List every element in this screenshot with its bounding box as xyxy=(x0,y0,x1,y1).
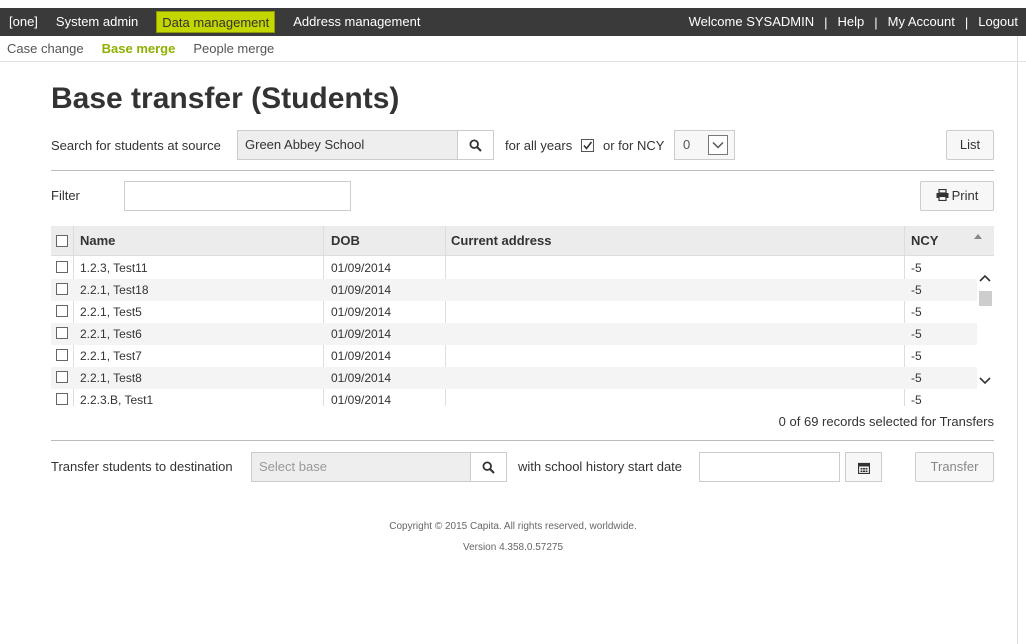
cell-dob: 01/09/2014 xyxy=(331,327,392,341)
start-date-input[interactable] xyxy=(699,452,840,482)
search-icon xyxy=(469,139,482,152)
destination-base-input[interactable]: Select base xyxy=(251,452,471,482)
table-row[interactable]: 2.2.1, Test7 01/09/2014 -5 xyxy=(51,345,977,367)
row-checkbox[interactable] xyxy=(56,349,68,361)
filter-input[interactable] xyxy=(124,181,351,211)
destination-search-button[interactable] xyxy=(470,452,507,482)
divider xyxy=(51,440,994,441)
calendar-button[interactable] xyxy=(845,452,882,482)
cell-name: 2.2.1, Test18 xyxy=(80,283,149,297)
scrollbar-thumb[interactable] xyxy=(979,291,992,306)
cell-name: 2.2.1, Test8 xyxy=(80,371,142,385)
transfer-button[interactable]: Transfer xyxy=(915,452,994,482)
table-header: Name DOB Current address NCY xyxy=(51,226,994,256)
cell-dob: 01/09/2014 xyxy=(331,261,392,275)
row-checkbox[interactable] xyxy=(56,327,68,339)
students-table: Name DOB Current address NCY 1.2.3, Test… xyxy=(51,226,994,406)
filter-label: Filter xyxy=(51,188,80,203)
nav-item-data-management[interactable]: Data management xyxy=(156,11,276,33)
ncy-label: or for NCY xyxy=(603,138,665,153)
table-row[interactable]: 2.2.1, Test5 01/09/2014 -5 xyxy=(51,301,977,323)
cell-name: 1.2.3, Test11 xyxy=(80,261,148,275)
top-nav-left: [one] System admin Data management Addre… xyxy=(0,8,429,36)
printer-icon xyxy=(936,188,949,202)
subnav-case-change[interactable]: Case change xyxy=(7,41,84,56)
window-edge xyxy=(1017,36,1018,644)
nav-item-logout[interactable]: Logout xyxy=(968,8,1026,36)
version-text: Version 4.358.0.57275 xyxy=(462,542,564,553)
chevron-up-icon[interactable] xyxy=(978,273,992,283)
row-checkbox[interactable] xyxy=(56,393,68,405)
nav-item-my-account[interactable]: My Account xyxy=(878,8,965,36)
start-date-label: with school history start date xyxy=(518,459,683,474)
cell-dob: 01/09/2014 xyxy=(331,349,392,363)
transfer-label: Transfer students to destination xyxy=(51,459,233,474)
row-checkbox[interactable] xyxy=(56,261,68,273)
page-title: Base transfer (Students) xyxy=(51,82,400,115)
table-row[interactable]: 1.2.3, Test11 01/09/2014 -5 xyxy=(51,257,977,279)
row-checkbox[interactable] xyxy=(56,305,68,317)
sort-up-icon[interactable] xyxy=(973,232,983,240)
cell-name: 2.2.3.B, Test1 xyxy=(80,393,154,406)
table-scrollbar[interactable] xyxy=(977,256,994,406)
calendar-icon xyxy=(857,462,870,474)
print-button-label: Print xyxy=(951,188,979,203)
table-row[interactable]: 2.2.3.B, Test1 01/09/2014 -5 xyxy=(51,389,977,406)
source-school-input[interactable]: Green Abbey School xyxy=(237,130,458,160)
records-selected-text: 0 of 69 records selected for Transfers xyxy=(778,414,994,429)
cell-dob: 01/09/2014 xyxy=(331,371,392,385)
search-icon xyxy=(482,461,495,474)
nav-item-one[interactable]: [one] xyxy=(0,8,47,36)
cell-ncy: -5 xyxy=(911,371,922,385)
subnav-base-merge[interactable]: Base merge xyxy=(102,41,176,56)
checkmark-icon xyxy=(583,141,593,150)
top-nav-right: Welcome SYSADMIN | Help | My Account | L… xyxy=(679,8,1026,36)
column-header-name[interactable]: Name xyxy=(80,226,115,256)
row-checkbox[interactable] xyxy=(56,283,68,295)
nav-item-system-admin[interactable]: System admin xyxy=(47,8,147,36)
cell-ncy: -5 xyxy=(911,283,922,297)
column-header-ncy[interactable]: NCY xyxy=(911,226,938,256)
cell-name: 2.2.1, Test6 xyxy=(80,327,142,341)
welcome-text: Welcome SYSADMIN xyxy=(688,14,815,29)
row-checkbox[interactable] xyxy=(56,371,68,383)
table-row[interactable]: 2.2.1, Test18 01/09/2014 -5 xyxy=(51,279,977,301)
chevron-down-icon[interactable] xyxy=(708,135,728,155)
print-button[interactable]: Print xyxy=(920,181,994,211)
all-years-label: for all years xyxy=(505,138,573,153)
cell-dob: 01/09/2014 xyxy=(331,393,392,406)
nav-item-help[interactable]: Help xyxy=(828,8,875,36)
source-search-button[interactable] xyxy=(457,130,494,160)
all-years-checkbox[interactable] xyxy=(581,139,594,152)
chevron-down-icon[interactable] xyxy=(978,376,992,386)
top-nav-bar: [one] System admin Data management Addre… xyxy=(0,0,1026,36)
cell-name: 2.2.1, Test7 xyxy=(80,349,142,363)
cell-dob: 01/09/2014 xyxy=(331,283,392,297)
cell-name: 2.2.1, Test5 xyxy=(80,305,142,319)
cell-ncy: -5 xyxy=(911,305,922,319)
select-all-checkbox[interactable] xyxy=(56,235,68,247)
table-row[interactable]: 2.2.1, Test6 01/09/2014 -5 xyxy=(51,323,977,345)
list-button[interactable]: List xyxy=(946,130,994,160)
cell-ncy: -5 xyxy=(911,261,922,275)
ncy-select-value: 0 xyxy=(683,137,691,152)
search-label: Search for students at source xyxy=(51,138,221,153)
nav-item-address-management[interactable]: Address management xyxy=(284,8,429,36)
copyright-text: Copyright © 2015 Capita. All rights rese… xyxy=(389,521,637,532)
sub-nav: Case change Base merge People merge xyxy=(0,36,1026,62)
cell-dob: 01/09/2014 xyxy=(331,305,392,319)
cell-ncy: -5 xyxy=(911,349,922,363)
ncy-select[interactable]: 0 xyxy=(674,130,735,160)
column-header-dob[interactable]: DOB xyxy=(331,226,360,256)
column-header-current-address[interactable]: Current address xyxy=(451,226,551,256)
cell-ncy: -5 xyxy=(911,327,922,341)
divider xyxy=(51,170,994,171)
cell-ncy: -5 xyxy=(911,393,922,406)
subnav-people-merge[interactable]: People merge xyxy=(193,41,274,56)
table-row[interactable]: 2.2.1, Test8 01/09/2014 -5 xyxy=(51,367,977,389)
